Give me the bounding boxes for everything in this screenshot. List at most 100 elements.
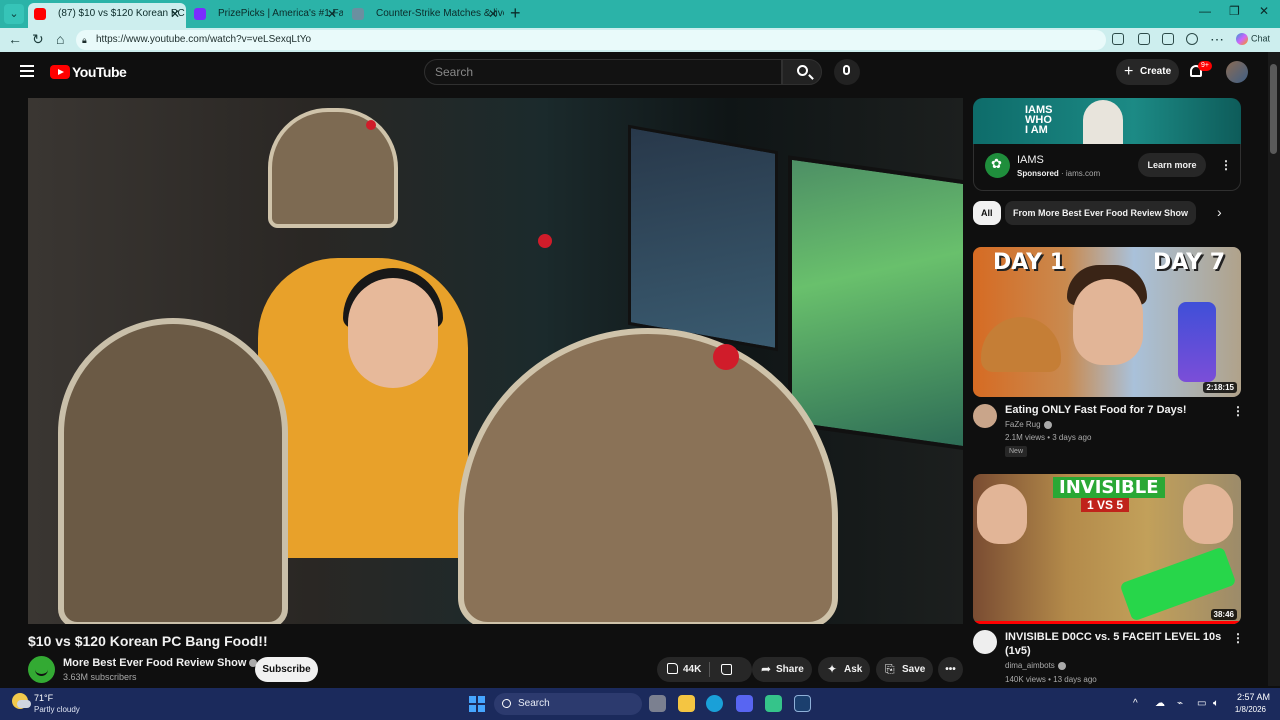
app-icon[interactable]	[765, 695, 782, 712]
menu-hamburger-icon[interactable]	[20, 65, 34, 77]
save-button[interactable]: ⎘ Save	[876, 657, 933, 682]
thumb-burger-image	[981, 317, 1061, 372]
more-vert-icon[interactable]: ⋮	[1232, 404, 1244, 418]
sponsored-label: Sponsored	[1017, 169, 1059, 178]
video-scene-head	[348, 278, 438, 388]
account-avatar[interactable]	[1226, 61, 1248, 83]
recommendation-thumbnail[interactable]: DAY 1 DAY 7 2:18:15	[973, 247, 1241, 397]
tab-close-icon[interactable]: ✕	[327, 3, 337, 25]
thumb-face-image	[977, 484, 1027, 544]
restore-icon[interactable]: ❐	[1229, 4, 1240, 18]
tab-close-icon[interactable]: ✕	[488, 3, 498, 25]
more-menu-icon[interactable]: ⋯	[1210, 31, 1224, 48]
like-count[interactable]: 44K	[683, 657, 701, 682]
create-button[interactable]: + Create	[1116, 59, 1179, 85]
weather-condition[interactable]: Partly cloudy	[34, 705, 80, 714]
youtube-logo[interactable]: YouTube	[50, 64, 127, 80]
tab-counter-strike[interactable]: Counter-Strike Matches & livesco ✕	[346, 3, 504, 28]
display-icon[interactable]: ▭	[1197, 698, 1206, 709]
ad-advertiser-name[interactable]: IAMS	[1017, 154, 1044, 166]
chip-from-channel[interactable]: From More Best Ever Food Review Show	[1005, 201, 1197, 225]
weather-temp[interactable]: 71°F	[34, 693, 53, 703]
network-icon[interactable]: ⌁	[1177, 698, 1183, 709]
thumb-face-image	[1073, 279, 1143, 365]
tab-prizepicks[interactable]: PrizePicks | America's #1 Fantasy S ✕	[188, 3, 343, 28]
back-arrow-icon[interactable]: ←	[8, 31, 22, 47]
share-button[interactable]: ➦ Share	[752, 657, 812, 682]
url-field[interactable]: 🔒︎ https://www.youtube.com/watch?v=veLSe…	[76, 30, 1106, 50]
subscribe-button[interactable]: Subscribe	[255, 657, 318, 682]
onedrive-cloud-icon[interactable]: ☁	[1155, 698, 1165, 709]
video-title: $10 vs $120 Korean PC Bang Food!!	[28, 633, 268, 649]
channel-avatar[interactable]	[973, 630, 997, 654]
clock-date[interactable]: 1/8/2026	[1226, 705, 1266, 714]
extensions-icon[interactable]	[1112, 33, 1124, 45]
file-explorer-icon[interactable]	[678, 695, 695, 712]
ad-domain: iams.com	[1065, 169, 1101, 178]
recommendation-title[interactable]: INVISIBLE D0CC vs. 5 FACEIT LEVEL 10s (1…	[1005, 630, 1225, 658]
youtube-wordmark: YouTube	[72, 64, 127, 80]
tab-youtube[interactable]: (87) $10 vs $120 Korean PC B ✕	[28, 3, 186, 28]
subscriber-count: 3.63M subscribers	[63, 672, 137, 682]
voice-search-button[interactable]	[834, 59, 860, 85]
home-icon[interactable]: ⌂	[56, 31, 64, 47]
weather-icon[interactable]	[12, 693, 31, 709]
more-actions-button[interactable]: •••	[938, 657, 963, 682]
ad-dog-image	[1083, 100, 1123, 144]
start-windows-icon[interactable]	[469, 696, 485, 712]
recommendation-channel[interactable]: dima_aimbots	[1005, 661, 1066, 670]
tab-title: Counter-Strike Matches & livesco	[376, 8, 504, 19]
copilot-chat-button[interactable]: Chat	[1236, 33, 1270, 45]
video-player[interactable]	[28, 98, 963, 624]
volume-icon[interactable]: 🔈︎	[1213, 698, 1219, 709]
browser-tab-bar: ⌄ (87) $10 vs $120 Korean PC B ✕ PrizePi…	[0, 0, 1280, 28]
tab-actions-chevron-icon[interactable]: ⌄	[4, 4, 24, 24]
video-scene-light	[538, 234, 552, 248]
reload-icon[interactable]: ↻	[32, 31, 44, 48]
thumbs-up-icon[interactable]	[667, 663, 678, 674]
verified-icon	[1043, 420, 1052, 429]
ask-button[interactable]: ✦ Ask	[818, 657, 870, 682]
task-view-icon[interactable]	[649, 695, 666, 712]
video-scene-chair	[268, 108, 398, 228]
search-icon	[797, 65, 808, 76]
iams-logo-icon[interactable]	[985, 153, 1010, 178]
ad-banner-image[interactable]: IAMS WHO I AM	[973, 98, 1241, 144]
steam-icon[interactable]	[794, 695, 811, 712]
video-scene-game-monitor	[788, 155, 963, 451]
learn-more-button[interactable]: Learn more	[1138, 153, 1206, 177]
search-button[interactable]	[782, 59, 822, 85]
discord-icon[interactable]	[736, 695, 753, 712]
channel-name[interactable]: More Best Ever Food Review Show	[63, 657, 258, 669]
taskbar-search[interactable]: Search	[494, 693, 642, 715]
favorites-icon[interactable]	[1162, 33, 1174, 45]
chip-all[interactable]: All	[973, 201, 1001, 225]
recommendation-channel[interactable]: FaZe Rug	[1005, 420, 1052, 429]
ad-card: IAMS Sponsored · iams.com Learn more ⋮	[973, 144, 1241, 191]
like-dislike-group: 44K	[657, 657, 752, 682]
close-window-icon[interactable]: ✕	[1259, 4, 1269, 18]
hltv-favicon-icon	[352, 8, 364, 20]
ad-more-vert-icon[interactable]: ⋮	[1220, 158, 1232, 172]
clock-time[interactable]: 2:57 AM	[1230, 692, 1270, 702]
more-vert-icon[interactable]: ⋮	[1232, 631, 1244, 645]
taskbar-search-label: Search	[518, 698, 550, 709]
channel-avatar[interactable]	[28, 656, 55, 683]
new-tab-plus-icon[interactable]: +	[510, 3, 521, 24]
tab-close-icon[interactable]: ✕	[170, 3, 180, 25]
recommendation-title[interactable]: Eating ONLY Fast Food for 7 Days!	[1005, 403, 1225, 417]
minimize-icon[interactable]: —	[1199, 4, 1211, 18]
channel-avatar[interactable]	[973, 404, 997, 428]
thumb-face-image	[1183, 484, 1233, 544]
tray-chevron-up-icon[interactable]: ^	[1133, 698, 1138, 709]
recommendation-thumbnail[interactable]: INVISIBLE 1 VS 5 38:46	[973, 474, 1241, 624]
collections-icon[interactable]	[1138, 33, 1150, 45]
search-input[interactable]: Search	[424, 59, 782, 85]
thumbs-down-icon[interactable]	[721, 664, 732, 675]
edge-browser-icon[interactable]	[706, 695, 723, 712]
ad-meta: Sponsored · iams.com	[1017, 169, 1101, 178]
profile-icon[interactable]	[1186, 33, 1198, 45]
chevron-right-icon[interactable]: ›	[1217, 204, 1222, 220]
scrollbar-thumb[interactable]	[1270, 64, 1277, 154]
share-arrow-icon: ➦	[761, 662, 772, 676]
